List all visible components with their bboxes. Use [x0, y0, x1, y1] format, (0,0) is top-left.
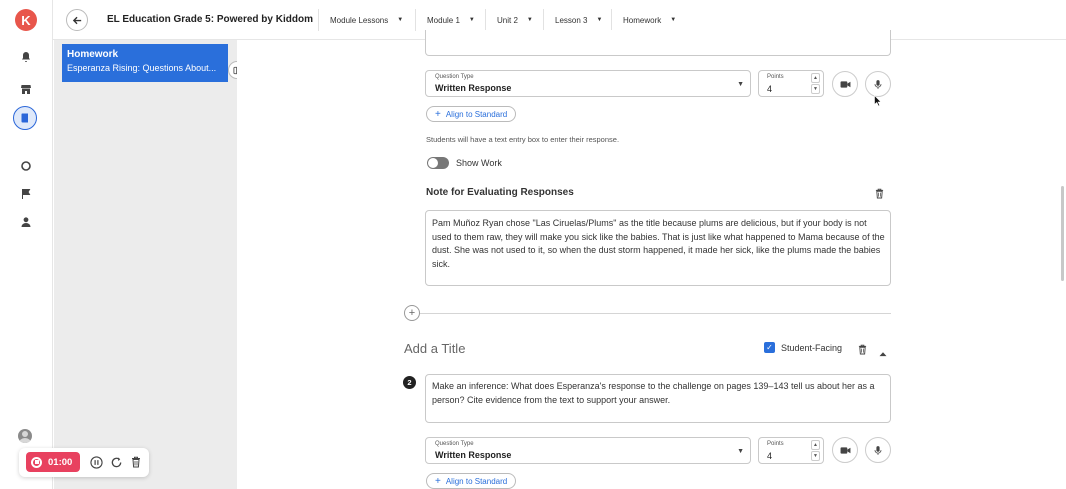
trash-icon [875, 188, 884, 199]
caret-down-icon: ▼ [397, 17, 404, 23]
course-title: EL Education Grade 5: Powered by Kiddom [107, 14, 313, 25]
mouse-cursor-icon [874, 95, 882, 107]
restart-icon [111, 456, 121, 467]
book-icon[interactable] [13, 106, 37, 130]
caret-down-icon: ▼ [670, 17, 677, 23]
question-1-points-input[interactable]: Points 4 ▲ ▼ [758, 70, 824, 97]
plus-icon: + [435, 108, 441, 120]
breadcrumb-module-lessons[interactable]: Module Lessons ▼ [318, 9, 403, 31]
question-1-prompt-box[interactable] [425, 30, 891, 56]
points-stepper[interactable]: ▲ ▼ [811, 73, 820, 94]
caret-down-icon: ▼ [596, 17, 603, 23]
collapse-question-button[interactable] [878, 344, 888, 357]
breadcrumb-module-1[interactable]: Module 1 ▼ [415, 9, 475, 31]
plus-icon: + [408, 307, 416, 319]
points-stepper[interactable]: ▲ ▼ [811, 440, 820, 461]
breadcrumb-lesson-3[interactable]: Lesson 3 ▼ [543, 9, 602, 31]
microphone-icon [874, 445, 882, 455]
question-2-prompt-text: Make an inference: What does Esperanza's… [432, 381, 875, 405]
pause-button[interactable] [89, 455, 103, 469]
question-1-align-standard-button[interactable]: + Align to Standard [426, 106, 517, 122]
show-work-label: Show Work [456, 158, 502, 168]
plus-icon: + [435, 475, 441, 487]
question-2-title-input[interactable]: Add a Title [404, 341, 465, 356]
question-2-number-badge: 2 [403, 376, 416, 389]
restart-button[interactable] [109, 455, 123, 469]
homework-card[interactable]: Homework Esperanza Rising: Questions Abo… [62, 44, 228, 82]
stop-icon [31, 456, 42, 468]
caret-down-icon: ▼ [526, 17, 533, 23]
question-divider [420, 313, 891, 314]
student-facing-checkbox[interactable]: ✓ [764, 342, 775, 353]
bell-icon[interactable] [17, 48, 35, 66]
question-2-video-button[interactable] [832, 437, 858, 463]
discard-recording-button[interactable] [129, 455, 143, 469]
video-camera-icon [840, 80, 850, 88]
left-rail: K [0, 0, 53, 489]
question-2-prompt-box[interactable]: Make an inference: What does Esperanza's… [425, 374, 891, 423]
arrow-left-icon [72, 16, 81, 24]
chevron-down-icon[interactable]: ▼ [811, 84, 820, 94]
note-heading: Note for Evaluating Responses [426, 187, 574, 198]
video-camera-icon [840, 446, 850, 454]
caret-down-icon: ▼ [737, 81, 744, 88]
delete-note-button[interactable] [875, 186, 886, 199]
question-2-points-input[interactable]: Points 4 ▲ ▼ [758, 437, 824, 464]
trash-icon [858, 344, 867, 355]
trash-icon [132, 456, 140, 468]
question-1-helper-text: Students will have a text entry box to e… [426, 135, 620, 144]
breadcrumb-unit-2[interactable]: Unit 2 ▼ [485, 9, 533, 31]
question-2-align-standard-button[interactable]: + Align to Standard [426, 473, 517, 489]
chevron-up-icon[interactable]: ▲ [811, 440, 820, 450]
caret-down-icon: ▼ [468, 17, 475, 23]
flag-icon[interactable] [17, 185, 35, 203]
scrollbar[interactable] [1061, 186, 1064, 281]
kiddom-logo-icon[interactable]: K [15, 9, 37, 31]
check-icon: ✓ [766, 343, 773, 352]
delete-question-button[interactable] [858, 342, 868, 355]
student-facing-label: Student-Facing [781, 343, 843, 353]
caret-up-icon [879, 352, 887, 357]
caret-down-icon: ▼ [737, 448, 744, 455]
homework-card-title: Homework [67, 49, 119, 60]
recording-timer: 01:00 [48, 456, 73, 468]
question-1-video-button[interactable] [832, 71, 858, 97]
question-2-type-select[interactable]: Question Type Written Response ▼ [425, 437, 751, 464]
note-text: Pam Muñoz Ryan chose "Las Ciruelas/Plums… [432, 218, 885, 269]
screen-recorder-widget: 01:00 [19, 448, 149, 477]
assignment-panel: Homework Esperanza Rising: Questions Abo… [54, 40, 237, 489]
homework-card-subtitle: Esperanza Rising: Questions About... [67, 63, 217, 73]
user-icon[interactable] [17, 213, 35, 231]
breadcrumb-homework[interactable]: Homework ▼ [611, 9, 676, 31]
back-button[interactable] [66, 9, 88, 31]
add-question-button[interactable]: + [404, 305, 420, 321]
store-icon[interactable] [17, 80, 35, 98]
avatar[interactable] [18, 429, 32, 443]
show-work-toggle[interactable] [427, 157, 449, 169]
question-2-mic-button[interactable] [865, 437, 891, 463]
question-1-type-select[interactable]: Question Type Written Response ▼ [425, 70, 751, 97]
stop-recording-button[interactable]: 01:00 [26, 452, 80, 472]
chevron-up-icon[interactable]: ▲ [811, 73, 820, 83]
microphone-icon [874, 79, 882, 89]
chevron-down-icon[interactable]: ▼ [811, 451, 820, 461]
refresh-icon[interactable] [17, 157, 35, 175]
note-textarea[interactable]: Pam Muñoz Ryan chose "Las Ciruelas/Plums… [425, 210, 891, 286]
pause-icon [89, 455, 103, 469]
question-1-mic-button[interactable] [865, 71, 891, 97]
